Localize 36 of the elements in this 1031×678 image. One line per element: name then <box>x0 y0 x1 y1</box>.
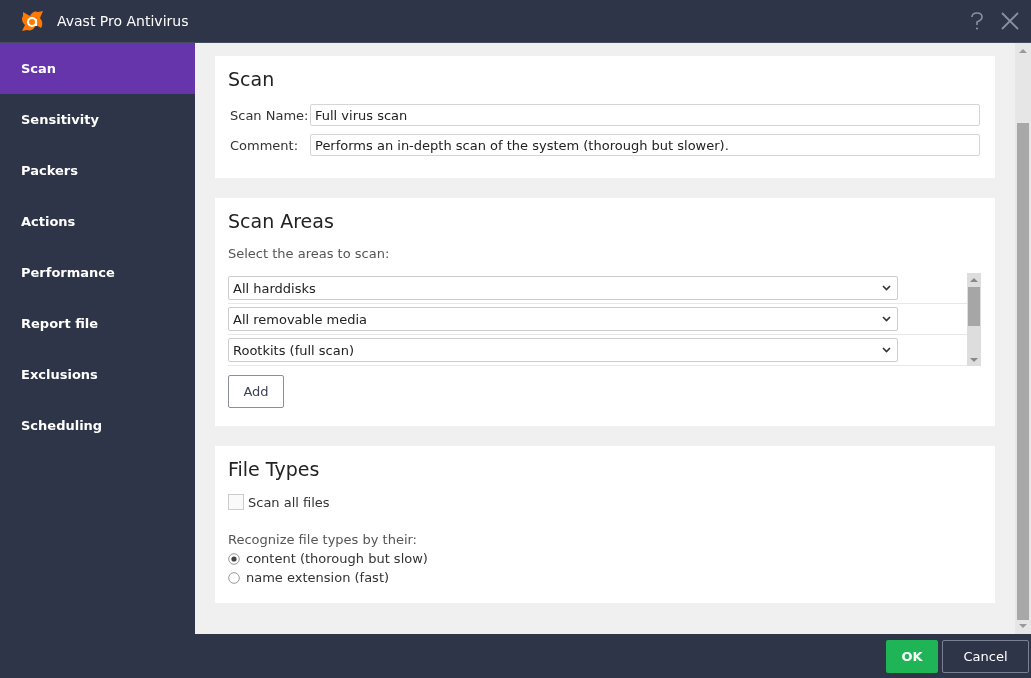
dropdown[interactable]: Rootkits (full scan) <box>228 338 898 362</box>
logo-icon <box>19 9 45 33</box>
caret-icon <box>882 285 891 291</box>
checkbox[interactable] <box>228 494 244 510</box>
radio-button[interactable] <box>228 571 240 584</box>
window-title: Avast Pro Antivirus <box>57 13 190 29</box>
section-heading: File Types <box>228 458 321 480</box>
dropdown[interactable]: All removable media <box>228 307 898 331</box>
checkbox-label: Scan all files <box>248 494 330 510</box>
group-label: Recognize file types by their: <box>228 532 418 547</box>
sidebar-item[interactable]: Sensitivity <box>0 94 195 145</box>
sidebar-item[interactable]: Packers <box>0 145 195 196</box>
sidebar-item[interactable]: Scheduling <box>0 400 195 451</box>
caret-icon <box>882 316 891 322</box>
hint-text: Select the areas to scan: <box>228 246 391 261</box>
radio-label: name extension (fast) <box>246 570 390 585</box>
caret-icon <box>882 347 891 353</box>
sidebar-item[interactable]: Scan <box>0 43 195 94</box>
close-icon[interactable] <box>1001 12 1019 30</box>
sidebar-item[interactable]: Report file <box>0 298 195 349</box>
dropdown[interactable]: All harddisks <box>228 276 898 300</box>
cancel-button[interactable]: Cancel <box>942 639 1029 673</box>
text-field[interactable]: Performs an in-depth scan of the system (thorough but slower). <box>310 134 980 156</box>
sidebar-item[interactable]: Actions <box>0 196 195 247</box>
radio-label: content (thorough but slow) <box>246 551 428 566</box>
field-label: Scan Name: <box>229 107 310 123</box>
text-field[interactable]: Full virus scan <box>310 104 980 126</box>
radio-button[interactable] <box>228 552 240 565</box>
sidebar-item[interactable]: Exclusions <box>0 349 195 400</box>
sidebar-item[interactable]: Performance <box>0 247 195 298</box>
add-button[interactable]: Add <box>228 375 284 408</box>
section-heading: Scan <box>228 68 276 90</box>
scrollbar[interactable] <box>967 273 981 366</box>
field-label: Comment: <box>229 137 300 153</box>
section-heading: Scan Areas <box>228 210 335 232</box>
help-icon[interactable] <box>971 12 983 30</box>
